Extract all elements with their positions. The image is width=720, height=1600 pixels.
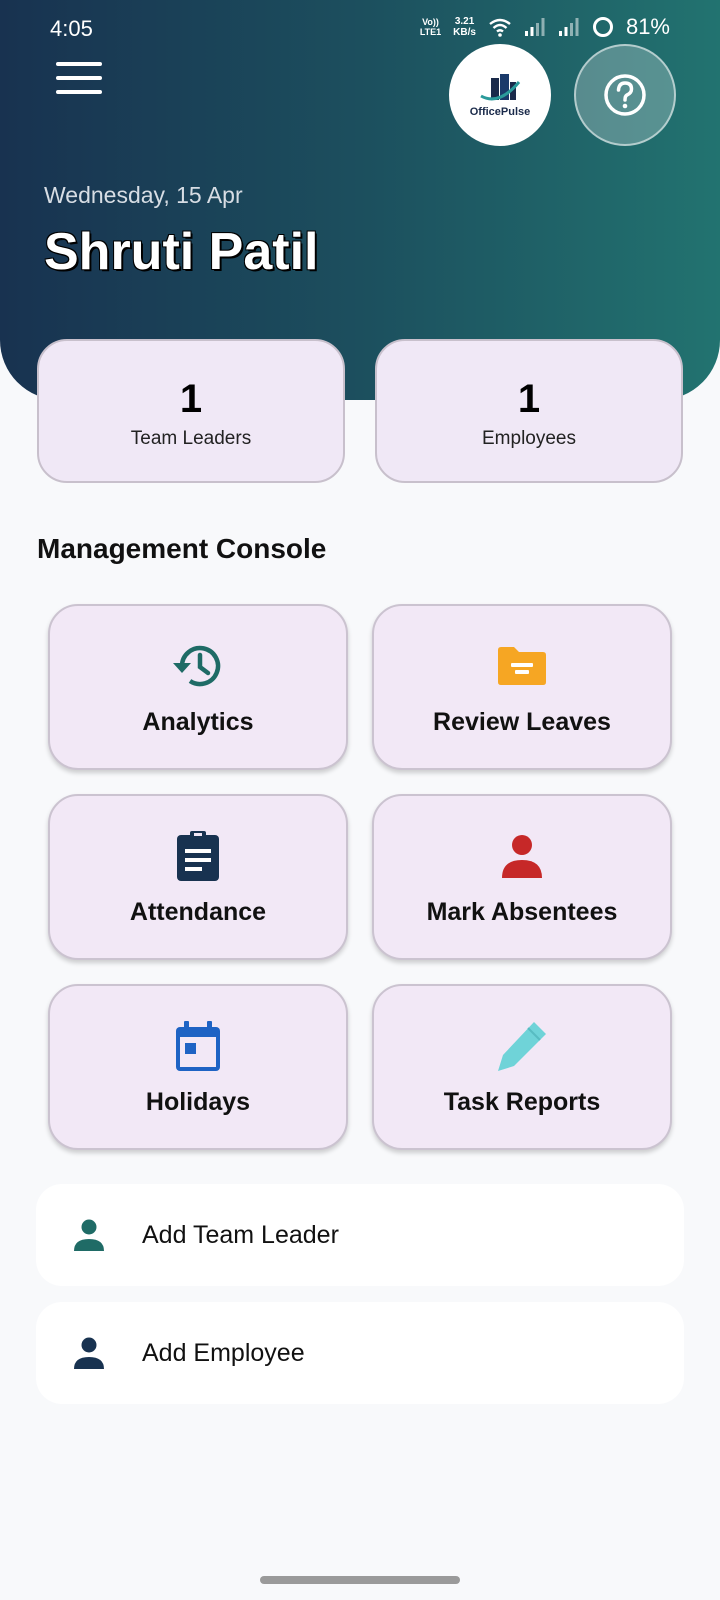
pencil-icon [498,1022,546,1071]
person-icon [74,1337,104,1369]
battery-percentage: 81% [625,14,670,39]
history-icon [173,645,221,687]
stat-value: 1 [517,377,541,421]
current-date: Wednesday, 15 Apr [44,182,243,208]
menu-button[interactable] [56,62,104,98]
tile-label: Review Leaves [433,708,611,736]
tile-label: Analytics [142,708,254,736]
signal-icon [524,18,545,36]
app-logo: OfficePulse [449,44,551,146]
tile-mark-absentees[interactable]: Mark Absentees [372,794,672,960]
stat-card-team-leaders: 1 Team Leaders [37,339,345,483]
calendar-icon [176,1021,220,1071]
help-icon [604,74,646,116]
list-label: Add Employee [142,1338,305,1367]
signal-icon [558,18,579,36]
wifi-icon [489,18,511,37]
tile-review-leaves[interactable]: Review Leaves [372,604,672,770]
tile-task-reports[interactable]: Task Reports [372,984,672,1150]
buildings-logo-icon [480,74,521,101]
person-icon [502,835,542,878]
add-employee-button[interactable]: Add Employee [36,1302,684,1404]
user-name: Shruti Patil [44,223,319,281]
stat-label: Team Leaders [130,428,252,449]
stat-card-employees: 1 Employees [375,339,683,483]
section-title: Management Console [37,533,327,564]
tile-label: Attendance [129,898,267,926]
network-speed: 3.21 KB/s [453,16,476,38]
status-time: 4:05 [50,16,93,41]
help-button[interactable] [574,44,676,146]
stat-value: 1 [179,377,203,421]
volte-indicator: Vo)) LTE1 [419,17,442,37]
tile-attendance[interactable]: Attendance [48,794,348,960]
logo-text: OfficePulse [469,106,531,118]
home-indicator[interactable] [260,1576,460,1584]
tile-holidays[interactable]: Holidays [48,984,348,1150]
status-icons: Vo)) LTE1 3.21 KB/s 81% [420,14,670,40]
list-label: Add Team Leader [142,1220,339,1249]
tile-label: Task Reports [443,1088,601,1116]
folder-icon [498,647,546,685]
stat-label: Employees [482,428,576,449]
add-team-leader-button[interactable]: Add Team Leader [36,1184,684,1286]
person-icon [74,1219,104,1251]
clipboard-icon [177,831,219,881]
menu-icon [56,62,102,66]
tile-label: Mark Absentees [426,898,618,926]
tile-analytics[interactable]: Analytics [48,604,348,770]
tile-label: Holidays [145,1088,251,1116]
battery-icon [592,17,613,37]
